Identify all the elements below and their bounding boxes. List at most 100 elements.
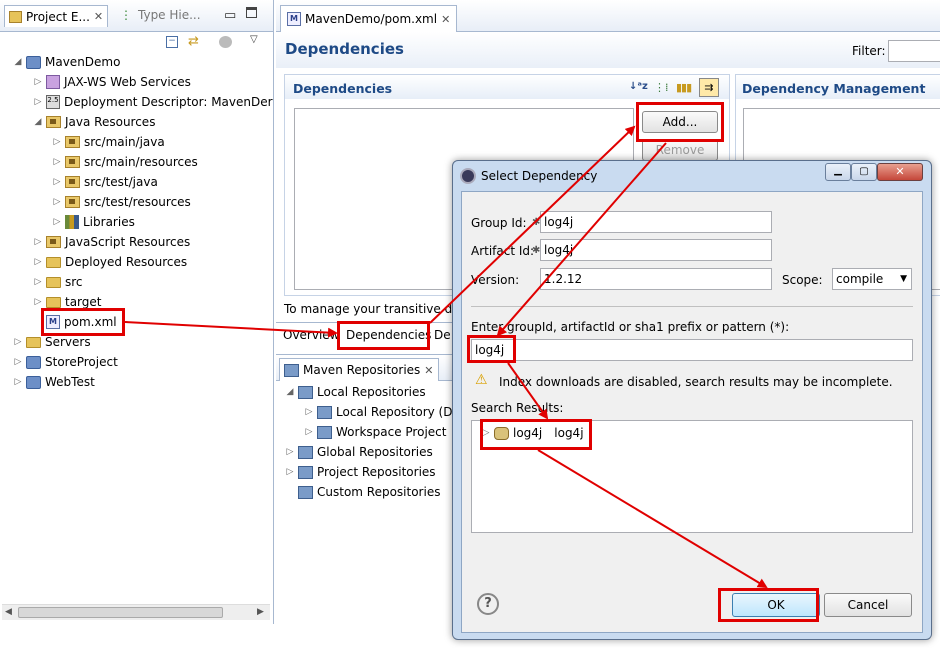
libraries-icon <box>65 215 79 229</box>
maximize-icon[interactable] <box>246 7 257 18</box>
tree-item-src-main-java[interactable]: ▷ src/main/java <box>53 132 165 152</box>
hierarchy-icon[interactable]: ⋮⁞ <box>654 81 669 94</box>
manage-transitive-text[interactable]: To manage your transitive de <box>284 302 460 316</box>
tree-item-src[interactable]: ▷ src <box>34 272 83 292</box>
filter-label: Filter: <box>852 44 886 58</box>
version-input[interactable]: 1.2.12 <box>540 268 772 290</box>
close-icon[interactable]: ✕ <box>441 13 450 26</box>
collapsed-icon: ▷ <box>34 297 42 307</box>
tree-item-label: Libraries <box>83 215 135 229</box>
view-menu-icon[interactable]: ▽ <box>250 34 258 45</box>
filter-toggle-icon[interactable]: ⇉ <box>699 78 719 97</box>
collapse-all-icon[interactable]: − <box>166 36 178 48</box>
tab-overview[interactable]: Overview <box>283 328 340 342</box>
search-result-item[interactable]: ▷ log4j log4j <box>482 423 584 443</box>
tree-item-java-resources[interactable]: ◢ Java Resources <box>34 112 156 132</box>
tab-project-explorer[interactable]: Project E... ✕ <box>4 5 109 27</box>
artifact-id-input[interactable]: log4j <box>540 239 772 261</box>
link-editor-icon[interactable]: ⇄ <box>188 34 199 49</box>
tab-maven-repos-label: Maven Repositories <box>303 363 421 377</box>
web-services-icon <box>46 75 60 89</box>
collapsed-icon: ▷ <box>53 217 61 227</box>
tree-item-deployed-resources[interactable]: ▷ Deployed Resources <box>34 252 188 272</box>
scroll-right-icon[interactable]: ▶ <box>257 607 264 617</box>
focus-icon[interactable] <box>219 36 232 48</box>
maven-repositories-panel: Maven Repositories ✕ ◢ Local Repositories… <box>276 354 456 624</box>
minimize-window-icon[interactable]: ▁ <box>825 163 851 181</box>
tab-dependencies[interactable]: Dependencies <box>344 328 434 342</box>
repository-icon <box>317 405 332 419</box>
close-window-icon[interactable]: ✕ <box>877 163 923 181</box>
tree-item-label: src/test/java <box>84 175 158 189</box>
help-icon[interactable]: ? <box>477 593 499 615</box>
tree-item-jaxws[interactable]: ▷ JAX-WS Web Services <box>34 72 191 92</box>
dialog-title: Select Dependency <box>481 169 598 183</box>
tab-pom-editor-label: MavenDemo/pom.xml <box>305 12 438 26</box>
tree-item-target[interactable]: ▷ target <box>34 292 102 312</box>
dep-mgmt-title: Dependency Management <box>742 81 926 96</box>
scroll-thumb[interactable] <box>18 607 223 618</box>
tree-item-javascript-resources[interactable]: ▷ JavaScript Resources <box>34 232 191 252</box>
cancel-button[interactable]: Cancel <box>824 593 912 617</box>
search-results-label: Search Results: <box>471 401 564 415</box>
remove-dependency-button[interactable]: Remove <box>642 139 718 161</box>
tree-item-webtest[interactable]: ▷ WebTest <box>14 372 95 392</box>
maximize-window-icon[interactable]: ▢ <box>851 163 877 181</box>
columns-icon[interactable]: ▮▮▮ <box>676 81 692 94</box>
scroll-left-icon[interactable]: ◀ <box>5 607 12 617</box>
collapsed-icon: ▷ <box>286 447 294 457</box>
group-id-value: log4j <box>544 215 574 229</box>
repository-icon <box>317 425 332 439</box>
tab-dependency-hierarchy[interactable]: De <box>434 328 451 342</box>
ok-button[interactable]: OK <box>732 593 820 617</box>
group-id-input[interactable]: log4j <box>540 211 772 233</box>
tree-item-project-repositories[interactable]: ▷ Project Repositories <box>286 462 436 482</box>
filter-input[interactable] <box>888 40 940 62</box>
sort-az-icon[interactable]: ↓ᵃz <box>629 81 648 92</box>
tree-item-global-repositories[interactable]: ▷ Global Repositories <box>286 442 433 462</box>
tree-item-servers[interactable]: ▷ Servers <box>14 332 91 352</box>
tree-item-local-repositories[interactable]: ◢ Local Repositories <box>286 382 426 402</box>
scope-value: compile <box>836 272 884 286</box>
tree-item-src-test-java[interactable]: ▷ src/test/java <box>53 172 158 192</box>
tab-type-hierarchy[interactable]: ⋮ Type Hie... <box>120 8 201 22</box>
tree-item-label: Java Resources <box>65 115 156 129</box>
collapsed-icon: ▷ <box>482 428 490 438</box>
add-dependency-button[interactable]: Add... <box>642 111 718 133</box>
tree-item-deployment-descriptor[interactable]: ▷ 2.5 Deployment Descriptor: MavenDer <box>34 92 273 112</box>
tree-item-src-main-resources[interactable]: ▷ src/main/resources <box>53 152 198 172</box>
tree-item-label: src/main/java <box>84 135 165 149</box>
scope-select[interactable]: compile ▼ <box>832 268 912 290</box>
tree-item-storeproject[interactable]: ▷ StoreProject <box>14 352 118 372</box>
close-icon[interactable]: ✕ <box>94 10 103 23</box>
collapsed-icon: ▷ <box>34 257 42 267</box>
tree-item-label: JAX-WS Web Services <box>64 75 191 89</box>
tree-item-src-test-resources[interactable]: ▷ src/test/resources <box>53 192 191 212</box>
close-icon[interactable]: ✕ <box>424 364 433 377</box>
tree-item-libraries[interactable]: ▷ Libraries <box>53 212 135 232</box>
tree-item-label: src <box>65 275 83 289</box>
dependencies-section-title: Dependencies <box>293 81 393 96</box>
tab-pom-editor[interactable]: M MavenDemo/pom.xml ✕ <box>280 5 458 32</box>
tab-maven-repositories[interactable]: Maven Repositories ✕ <box>279 358 439 381</box>
repository-icon <box>298 385 313 399</box>
query-input[interactable]: log4j <box>471 339 913 361</box>
tree-item-label: JavaScript Resources <box>65 235 191 249</box>
horizontal-scrollbar[interactable]: ◀ ▶ <box>2 604 270 620</box>
search-results-list[interactable]: ▷ log4j log4j <box>471 420 913 533</box>
tree-item-custom-repositories[interactable]: Custom Repositories <box>298 482 440 502</box>
tree-item-mavendemo[interactable]: ◢ MavenDemo <box>14 52 121 72</box>
artifact-id-value: log4j <box>544 243 574 257</box>
collapsed-icon: ▷ <box>34 237 42 247</box>
tree-item-label: src/test/resources <box>84 195 191 209</box>
tree-item-label: pom.xml <box>64 315 117 329</box>
tree-item-pom-xml[interactable]: Mpom.xml <box>46 312 117 332</box>
repository-icon <box>298 445 313 459</box>
tree-item-local-repository[interactable]: ▷ Local Repository (D <box>305 402 453 422</box>
java-resources-icon <box>46 116 61 128</box>
source-folder-icon <box>65 136 80 148</box>
cancel-button-label: Cancel <box>847 598 889 612</box>
tree-item-label: Workspace Project <box>336 425 447 439</box>
minimize-icon[interactable]: ▭ <box>224 8 236 23</box>
tree-item-workspace-projects[interactable]: ▷ Workspace Project <box>305 422 447 442</box>
